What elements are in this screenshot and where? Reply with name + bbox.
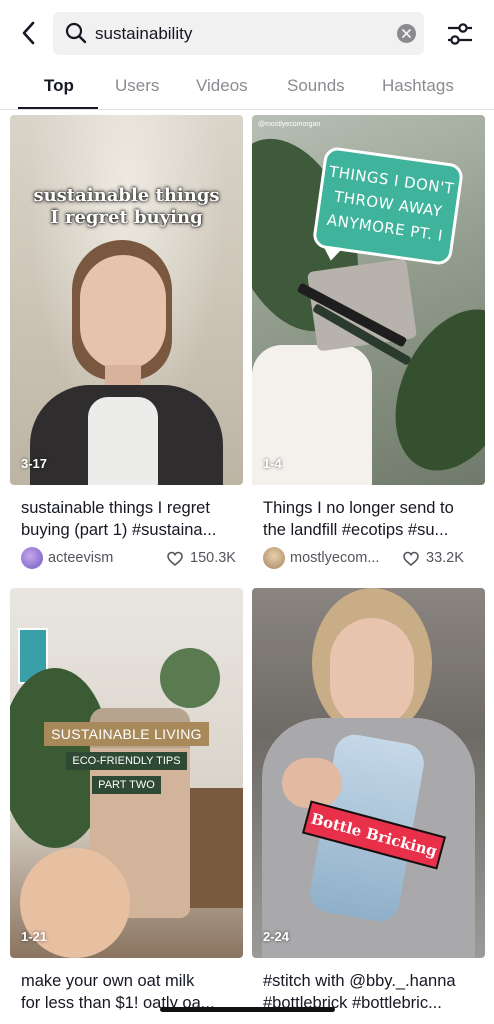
like-count: 33.2K — [426, 550, 464, 566]
video-thumbnail[interactable]: @mostlyecomorgan THINGS I DON'T THROW AW… — [252, 115, 485, 485]
video-count: 3-17 — [21, 456, 48, 471]
video-caption[interactable]: Things I no longer send to the landfill … — [263, 497, 478, 541]
tab-sounds[interactable]: Sounds — [287, 76, 345, 96]
tab-users[interactable]: Users — [115, 76, 159, 96]
author-name[interactable]: mostlyecom... — [290, 550, 379, 566]
avatar[interactable] — [21, 547, 43, 569]
active-tab-indicator — [18, 107, 98, 109]
search-header: sustainability — [0, 0, 494, 68]
filter-sliders-icon[interactable] — [444, 18, 476, 50]
caption-line: #stitch with @bby._.hanna — [263, 972, 456, 990]
search-input[interactable]: sustainability — [53, 12, 424, 55]
overlay-tag: SUSTAINABLE LIVING — [44, 722, 209, 746]
speech-bubble-sticker: THINGS I DON'T THROW AWAY ANYMORE PT. I — [311, 145, 465, 267]
caption-line: sustainable things I regret — [21, 499, 210, 517]
caption-line: the landfill #ecotips #su... — [263, 521, 449, 539]
overlay-tag: ECO-FRIENDLY TIPS — [66, 752, 187, 770]
heart-icon — [167, 551, 183, 567]
tab-videos[interactable]: Videos — [196, 76, 248, 96]
video-overlay-text: sustainable things I regret buying — [10, 185, 243, 229]
video-card[interactable]: @mostlyecomorgan THINGS I DON'T THROW AW… — [252, 115, 485, 569]
search-query: sustainability — [95, 24, 193, 43]
caption-line: buying (part 1) #sustaina... — [21, 521, 217, 539]
overlay-tag: PART TWO — [92, 776, 161, 794]
home-indicator — [160, 1007, 335, 1012]
caption-line: Things I no longer send to — [263, 499, 454, 517]
video-caption[interactable]: sustainable things I regret buying (part… — [21, 497, 236, 541]
overlay-line: I regret buying — [50, 207, 203, 228]
video-overlay-text: SUSTAINABLE LIVING ECO-FRIENDLY TIPS PAR… — [10, 722, 243, 794]
video-count: 1-21 — [21, 929, 48, 944]
avatar[interactable] — [263, 547, 285, 569]
tab-top[interactable]: Top — [44, 76, 74, 96]
video-card[interactable]: SUSTAINABLE LIVING ECO-FRIENDLY TIPS PAR… — [10, 588, 243, 1012]
author-name[interactable]: acteevism — [48, 550, 113, 566]
video-card[interactable]: Bottle Bricking 2-24 #stitch with @bby._… — [252, 588, 485, 1012]
video-meta: acteevism 150.3K — [21, 547, 236, 571]
video-card[interactable]: sustainable things I regret buying 3-17 … — [10, 115, 243, 569]
video-thumbnail[interactable]: Bottle Bricking 2-24 — [252, 588, 485, 958]
tab-hashtags[interactable]: Hashtags — [382, 76, 454, 96]
video-count: 1-4 — [263, 456, 282, 471]
overlay-line: sustainable things — [33, 185, 220, 206]
search-icon — [65, 22, 87, 44]
back-button[interactable] — [14, 18, 44, 48]
video-thumbnail[interactable]: sustainable things I regret buying 3-17 — [10, 115, 243, 485]
creator-watermark: @mostlyecomorgan — [258, 121, 321, 128]
video-count: 2-24 — [263, 929, 290, 944]
heart-icon — [403, 551, 419, 567]
video-thumbnail[interactable]: SUSTAINABLE LIVING ECO-FRIENDLY TIPS PAR… — [10, 588, 243, 958]
results-tabs: Top Users Videos Sounds Hashtags — [0, 68, 494, 110]
video-meta: mostlyecom... 33.2K — [263, 547, 478, 571]
clear-icon[interactable] — [397, 24, 416, 43]
chevron-left-icon — [22, 21, 35, 45]
like-count: 150.3K — [190, 550, 236, 566]
caption-line: make your own oat milk — [21, 972, 195, 990]
